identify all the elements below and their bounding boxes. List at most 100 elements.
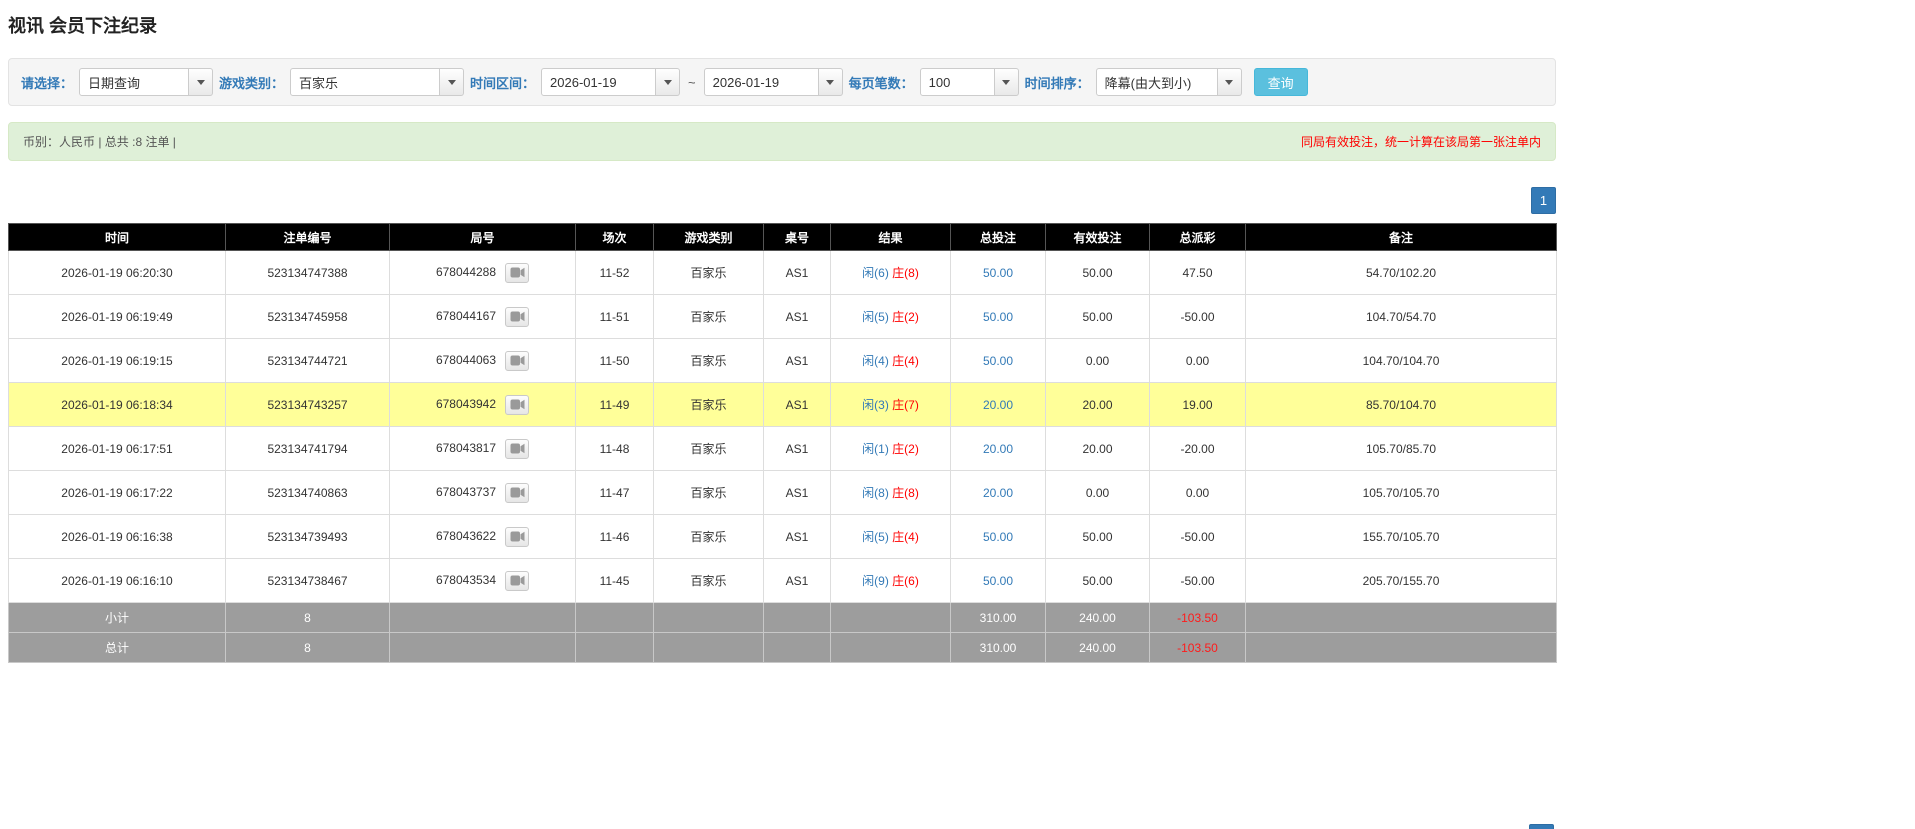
- select-type-dropdown-button[interactable]: [189, 68, 214, 96]
- date-to-dropdown-button[interactable]: [818, 68, 843, 96]
- table-row: 2026-01-19 06:17:22 523134740863 678043737…: [8, 470, 1557, 515]
- summary-label: 小计: [8, 602, 226, 633]
- video-replay-icon[interactable]: [505, 306, 530, 327]
- cell-bet-id: 523134738467: [225, 558, 390, 603]
- game-type-dropdown-button[interactable]: [440, 68, 465, 96]
- summary-total-bet: 310.00: [950, 602, 1046, 633]
- page-button[interactable]: 1: [1531, 187, 1556, 214]
- sort-order-dropdown-button[interactable]: [1217, 68, 1242, 96]
- cell-total-bet[interactable]: 50.00: [950, 514, 1046, 559]
- summary-empty-cell: [389, 632, 576, 663]
- summary-empty-cell: [830, 602, 951, 633]
- cell-total-bet[interactable]: 50.00: [950, 338, 1046, 383]
- cell-total-bet[interactable]: 50.00: [950, 294, 1046, 339]
- cell-time: 2026-01-19 06:16:10: [8, 558, 226, 603]
- video-replay-icon[interactable]: [505, 350, 530, 371]
- summary-empty-cell: [389, 602, 576, 633]
- round-id-text: 678044167: [435, 308, 497, 323]
- date-to-input[interactable]: [703, 68, 819, 96]
- sort-order-input[interactable]: [1095, 68, 1218, 96]
- round-id-text: 678044288: [435, 264, 497, 279]
- cell-total-bet[interactable]: 20.00: [950, 382, 1046, 427]
- cell-note: 105.70/105.70: [1245, 470, 1557, 515]
- cell-round-id: 678043622: [389, 514, 576, 559]
- result-player: 闲(5): [862, 310, 889, 324]
- game-type-input[interactable]: [290, 68, 441, 96]
- cell-result: 闲(1) 庄(2): [830, 426, 951, 471]
- round-id-text: 678043817: [435, 440, 497, 455]
- date-from-input[interactable]: [541, 68, 657, 96]
- cell-note: 104.70/104.70: [1245, 338, 1557, 383]
- caret-down-icon: [1225, 79, 1234, 85]
- page-size-dropdown-button[interactable]: [994, 68, 1019, 96]
- cell-game-type: 百家乐: [653, 250, 764, 295]
- select-type-input[interactable]: [79, 68, 190, 96]
- video-replay-icon[interactable]: [505, 526, 530, 547]
- cell-result: 闲(5) 庄(2): [830, 294, 951, 339]
- search-button[interactable]: 查询: [1253, 68, 1308, 96]
- video-replay-icon[interactable]: [505, 394, 530, 415]
- cell-total-bet[interactable]: 50.00: [950, 250, 1046, 295]
- cell-time: 2026-01-19 06:18:34: [8, 382, 226, 427]
- table-row: 2026-01-19 06:16:10 523134738467 678043534…: [8, 558, 1557, 603]
- cell-session: 11-47: [575, 470, 654, 515]
- summary-empty-cell: [763, 602, 831, 633]
- result-banker: 庄(2): [892, 442, 919, 456]
- column-header: 局号: [389, 223, 576, 251]
- content-area: 视讯 会员下注纪录 请选择： 游戏类别： 时间区间： ~ 每页笔数： 时间排序：: [8, 12, 1557, 663]
- page-size-combo: [919, 68, 1019, 96]
- cell-valid-bet: 20.00: [1045, 382, 1150, 427]
- cell-session: 11-50: [575, 338, 654, 383]
- summary-valid-bet: 240.00: [1045, 632, 1150, 663]
- cell-table-no: AS1: [763, 382, 831, 427]
- cell-game-type: 百家乐: [653, 338, 764, 383]
- video-replay-icon[interactable]: [505, 570, 530, 591]
- summary-row: 小计 8 310.00 240.00 -103.50: [8, 602, 1557, 633]
- page-title: 视讯 会员下注纪录: [8, 16, 158, 36]
- video-replay-icon[interactable]: [505, 438, 530, 459]
- cell-total-bet[interactable]: 20.00: [950, 426, 1046, 471]
- cell-note: 104.70/54.70: [1245, 294, 1557, 339]
- valid-bet-notice: 同局有效投注，统一计算在该局第一张注单内: [1300, 135, 1541, 149]
- date-to-combo: [703, 68, 843, 96]
- cell-valid-bet: 0.00: [1045, 470, 1150, 515]
- cell-bet-id: 523134741794: [225, 426, 390, 471]
- summary-payout: -103.50: [1149, 632, 1246, 663]
- cell-round-id: 678043534: [389, 558, 576, 603]
- cell-result: 闲(5) 庄(4): [830, 514, 951, 559]
- summary-count: 8: [225, 632, 390, 663]
- cell-table-no: AS1: [763, 294, 831, 339]
- caret-down-icon: [663, 79, 672, 85]
- summary-empty-cell: [575, 632, 654, 663]
- round-id-text: 678043942: [435, 396, 497, 411]
- caret-down-icon: [826, 79, 835, 85]
- cell-result: 闲(8) 庄(8): [830, 470, 951, 515]
- cell-table-no: AS1: [763, 426, 831, 471]
- page-button[interactable]: 1: [1529, 824, 1554, 829]
- column-header: 总投注: [950, 223, 1046, 251]
- caret-down-icon: [447, 79, 456, 85]
- select-type-combo: [79, 68, 214, 96]
- pagination-top: 1: [8, 187, 1556, 214]
- date-from-dropdown-button[interactable]: [656, 68, 681, 96]
- summary-bar: 币别：人民币 | 总共 :8 注单 | 同局有效投注，统一计算在该局第一张注单内: [8, 122, 1556, 161]
- cell-game-type: 百家乐: [653, 470, 764, 515]
- video-replay-icon[interactable]: [505, 262, 530, 283]
- result-banker: 庄(4): [892, 530, 919, 544]
- column-header: 注单编号: [225, 223, 390, 251]
- caret-down-icon: [1002, 79, 1011, 85]
- cell-game-type: 百家乐: [653, 294, 764, 339]
- summary-empty-cell: [575, 602, 654, 633]
- result-player: 闲(5): [862, 530, 889, 544]
- cell-payout: -20.00: [1149, 426, 1246, 471]
- cell-total-bet[interactable]: 50.00: [950, 558, 1046, 603]
- select-type-label: 请选择：: [21, 75, 74, 91]
- summary-empty-cell: [1245, 632, 1557, 663]
- cell-round-id: 678044288: [389, 250, 576, 295]
- video-replay-icon[interactable]: [505, 482, 530, 503]
- summary-empty-cell: [653, 602, 764, 633]
- cell-total-bet[interactable]: 20.00: [950, 470, 1046, 515]
- cell-valid-bet: 50.00: [1045, 294, 1150, 339]
- page-size-input[interactable]: [919, 68, 995, 96]
- cell-time: 2026-01-19 06:17:22: [8, 470, 226, 515]
